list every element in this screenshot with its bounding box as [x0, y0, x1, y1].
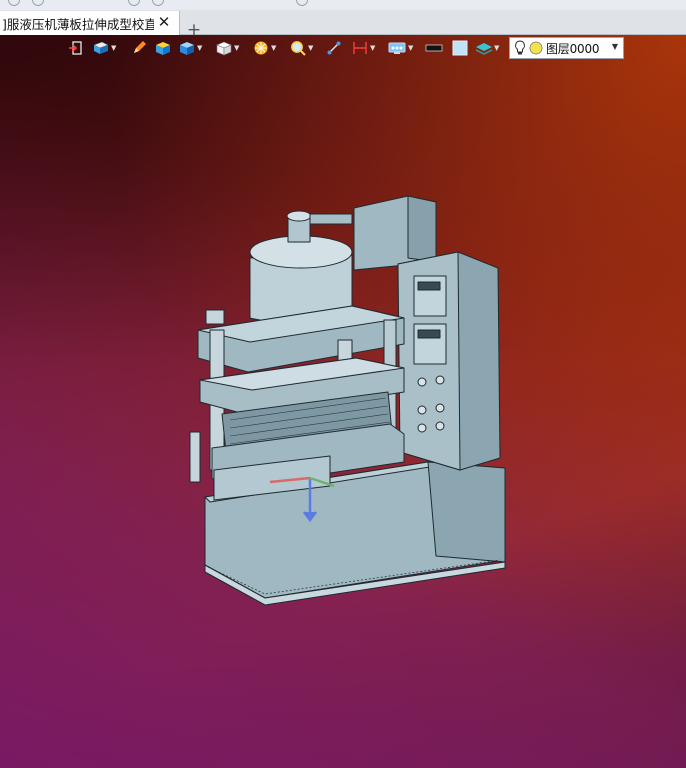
display-mode-icon[interactable]: ▼	[92, 38, 116, 58]
fill-color-icon[interactable]	[451, 38, 469, 58]
view-align-icon[interactable]	[326, 38, 342, 58]
sketch-pencil-icon[interactable]	[131, 38, 147, 58]
line-color-icon[interactable]	[425, 38, 443, 58]
layer-select[interactable]: 图层0000 ▼	[509, 37, 624, 59]
view-orient-icon[interactable]: ▼	[387, 38, 413, 58]
chevron-down-icon[interactable]: ▼	[612, 42, 618, 51]
bulb-icon[interactable]	[514, 40, 526, 56]
view-toolbar: ▼ ▼ ▼ ▼ ▼ ▼ ▼ ▼ 图层0000 ▼	[64, 36, 624, 60]
hydraulic-press-model[interactable]	[0, 0, 686, 768]
cube-white-icon[interactable]: ▼	[215, 38, 239, 58]
dimension-icon[interactable]: ▼	[351, 38, 375, 58]
layer-stack-icon[interactable]: ▼	[475, 38, 499, 58]
box-solid-icon[interactable]	[154, 38, 172, 58]
render-style-icon[interactable]: ▼	[252, 38, 276, 58]
layer-name: 图层0000	[546, 41, 600, 56]
cube-blue-icon[interactable]: ▼	[178, 38, 202, 58]
layer-color-icon[interactable]	[529, 41, 543, 55]
zoom-view-icon[interactable]: ▼	[289, 38, 313, 58]
exit-icon[interactable]	[68, 38, 84, 58]
